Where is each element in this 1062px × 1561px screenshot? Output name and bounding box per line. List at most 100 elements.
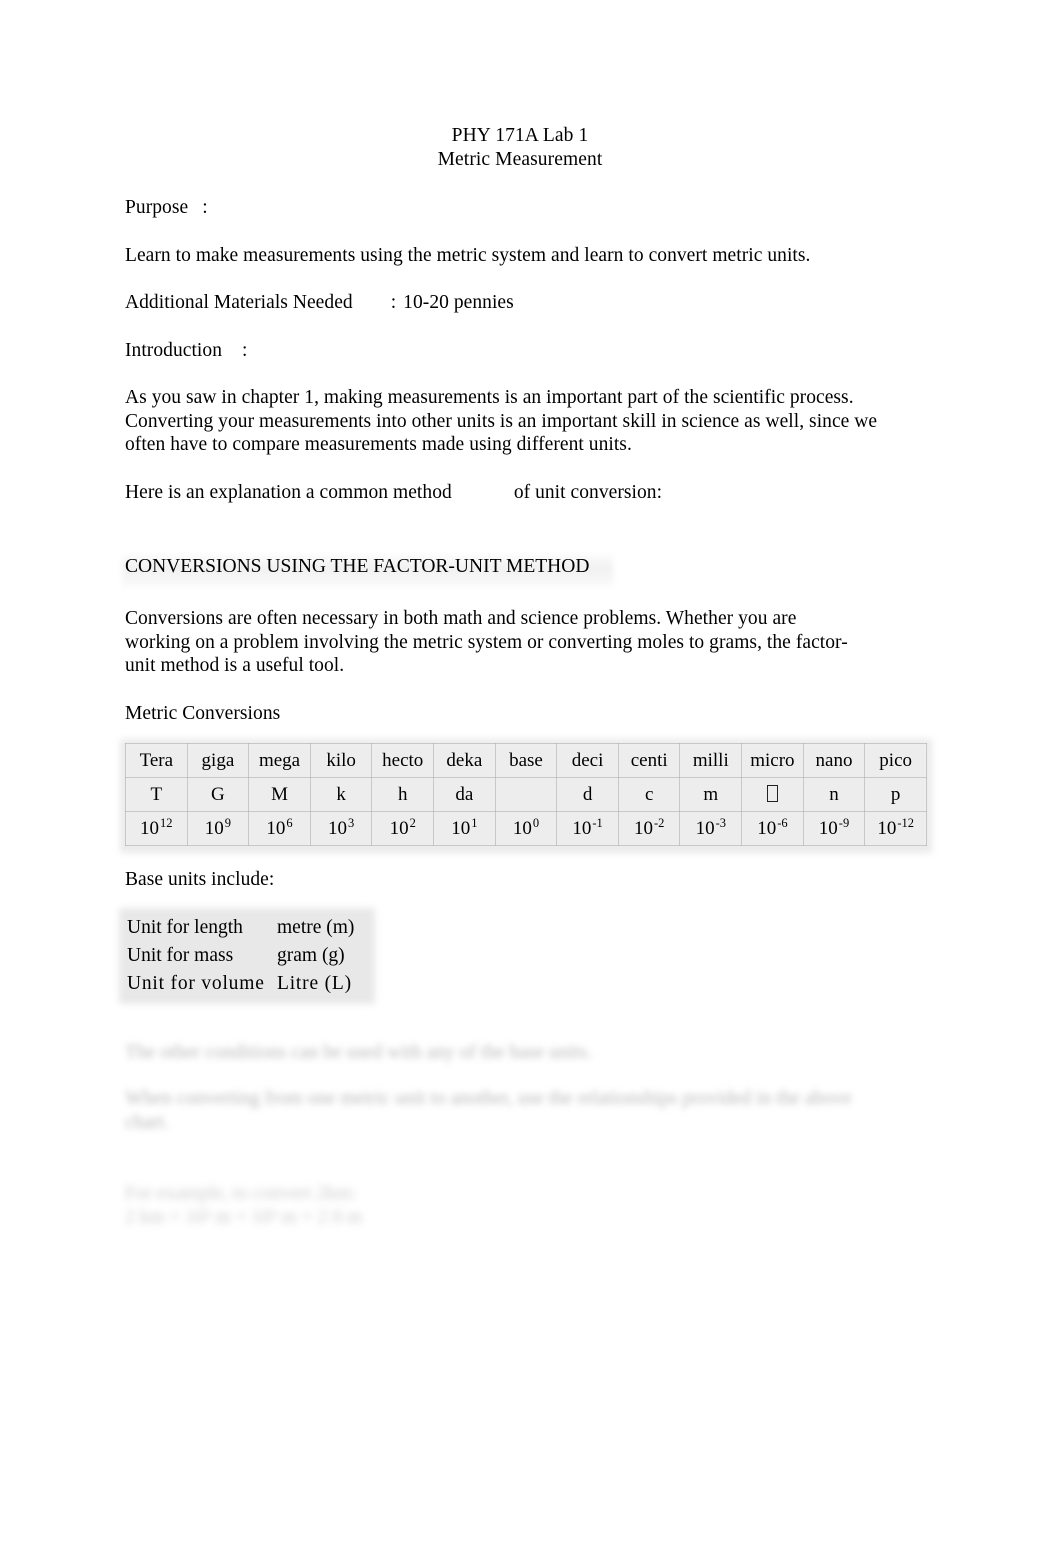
metric-prefix-name: nano	[802, 743, 866, 778]
section-heading-text: CONVERSIONS USING THE FACTOR-UNIT METHOD	[125, 556, 590, 577]
metric-power: 10-2	[617, 811, 681, 846]
power-exponent: -9	[838, 815, 850, 830]
metric-table-row-symbols: T G M k h da d c m n p	[125, 777, 927, 812]
metric-table-row-powers: 1012 109 106 103 102 101 100 10-1 10-2 1…	[125, 811, 927, 846]
metric-prefix-name: hecto	[371, 743, 435, 778]
document-page: PHY 171A Lab 1 Metric Measurement Purpos…	[0, 0, 1062, 1561]
redacted-paragraph-1: The other conditions can be used with an…	[125, 1041, 592, 1063]
materials-value: 10-20 pennies	[403, 292, 514, 313]
power-base: 10	[451, 818, 471, 839]
materials-colon: :	[390, 292, 397, 313]
redacted-line-a: When converting from one metric unit to …	[125, 1088, 801, 1109]
base-unit-value: gram (g)	[277, 944, 345, 966]
power-base: 10	[204, 818, 224, 839]
metric-power: 1012	[125, 811, 188, 846]
metric-prefix-name: giga	[186, 743, 250, 778]
metric-power: 10-12	[864, 811, 927, 846]
purpose-text: Learn to make measurements using the met…	[125, 244, 811, 266]
metric-power: 109	[186, 811, 250, 846]
power-base: 10	[140, 818, 160, 839]
redacted-paragraph-2: When converting from one metric unit to …	[125, 1087, 865, 1134]
title-line-2: Metric Measurement	[437, 148, 603, 170]
power-exponent: 0	[532, 815, 540, 830]
base-unit-row: Unit for volume Litre (L)	[125, 970, 373, 998]
materials-label: Additional Materials Needed	[125, 292, 353, 313]
metric-prefix-symbol-base-empty	[494, 777, 558, 812]
additional-materials-line: Additional Materials Needed:10-20 pennie…	[125, 291, 915, 315]
document-title: PHY 171A Lab 1 Metric Measurement	[125, 124, 915, 171]
metric-power: 101	[433, 811, 496, 846]
metric-prefix-symbol: da	[433, 777, 496, 812]
metric-prefix-name: centi	[617, 743, 681, 778]
power-exponent: 2	[409, 815, 416, 830]
introduction-heading: Introduction:	[125, 339, 915, 363]
metric-prefix-symbol: G	[186, 777, 250, 812]
metric-table-row-names: Tera giga mega kilo hecto deka base deci…	[125, 743, 927, 778]
metric-power: 10-3	[679, 811, 743, 846]
base-unit-label: Unit for volume	[127, 972, 265, 994]
metric-prefix-name: deka	[433, 743, 496, 778]
base-unit-row: Unit for mass gram (g)	[125, 942, 373, 970]
section-heading: CONVERSIONS USING THE FACTOR-UNIT METHOD	[122, 552, 614, 587]
metric-power: 103	[309, 811, 373, 846]
power-exponent: 6	[286, 815, 293, 830]
metric-power: 102	[371, 811, 435, 846]
introduction-colon: :	[242, 339, 248, 361]
conversions-paragraph: Conversions are often necessary in both …	[125, 608, 848, 676]
metric-conversion-table-wrapper: Tera giga mega kilo hecto deka base deci…	[120, 739, 932, 853]
power-exponent: 1	[471, 815, 478, 830]
power-base: 10	[266, 818, 286, 839]
purpose-heading: Purpose:	[125, 196, 915, 220]
metric-prefix-name: milli	[679, 743, 743, 778]
base-unit-label: Unit for mass	[127, 944, 234, 966]
power-base: 10	[818, 818, 838, 839]
metric-power: 10-9	[802, 811, 866, 846]
power-base: 10	[572, 818, 592, 839]
power-base: 10	[633, 818, 653, 839]
metric-prefix-symbol: h	[371, 777, 435, 812]
purpose-colon: :	[202, 197, 208, 218]
base-units-label: Base units include:	[125, 869, 275, 890]
metric-prefix-symbol: M	[248, 777, 311, 812]
title-line-1: PHY 171A Lab 1	[451, 125, 589, 146]
power-exponent: 12	[160, 815, 173, 830]
metric-prefix-name: deci	[556, 743, 619, 778]
metric-prefix-name: base	[494, 743, 558, 778]
power-exponent: 9	[224, 815, 232, 830]
redacted-paragraph-4: 2 km = 10³ m = 10³ m = 2 0 m	[125, 1206, 362, 1228]
metric-prefix-name: kilo	[309, 743, 373, 778]
document-content: PHY 171A Lab 1 Metric Measurement Purpos…	[119, 124, 932, 1229]
base-unit-value: metre (m)	[277, 916, 355, 938]
metric-prefix-name: pico	[864, 743, 927, 778]
missing-glyph-box-icon	[766, 785, 778, 802]
metric-prefix-symbol: n	[802, 777, 866, 812]
metric-prefix-name: Tera	[125, 743, 188, 778]
metric-conversions-label: Metric Conversions	[125, 702, 281, 724]
introduction-paragraph: As you saw in chapter 1, making measurem…	[125, 387, 878, 455]
metric-power: 106	[248, 811, 311, 846]
base-unit-row: Unit for length metre (m)	[125, 914, 373, 942]
metric-prefix-name: mega	[248, 743, 311, 778]
power-exponent: -6	[777, 815, 788, 830]
base-units-table: Unit for length metre (m) Unit for mass …	[125, 914, 373, 998]
explanation-tail: of unit conversion:	[513, 481, 663, 503]
metric-prefix-symbol: p	[864, 777, 927, 812]
metric-conversion-table: Tera giga mega kilo hecto deka base deci…	[125, 743, 927, 846]
metric-prefix-symbol-micro-tofu	[741, 777, 804, 812]
base-unit-value: Litre (L)	[277, 972, 352, 994]
metric-power: 10-1	[556, 811, 619, 846]
base-unit-label: Unit for length	[127, 916, 243, 938]
power-exponent: -12	[897, 815, 914, 830]
metric-prefix-symbol: k	[309, 777, 373, 812]
metric-prefix-symbol: d	[556, 777, 619, 812]
explanation-lead: Here is an explanation a common method	[125, 481, 452, 503]
metric-power: 10-6	[741, 811, 804, 846]
power-base: 10	[389, 818, 409, 839]
power-base: 10	[695, 818, 715, 839]
metric-prefix-symbol: T	[125, 777, 188, 812]
power-exponent: -3	[715, 815, 726, 830]
power-exponent: -2	[653, 815, 665, 830]
power-base: 10	[877, 818, 897, 839]
metric-prefix-symbol: c	[617, 777, 681, 812]
power-base: 10	[757, 818, 777, 839]
